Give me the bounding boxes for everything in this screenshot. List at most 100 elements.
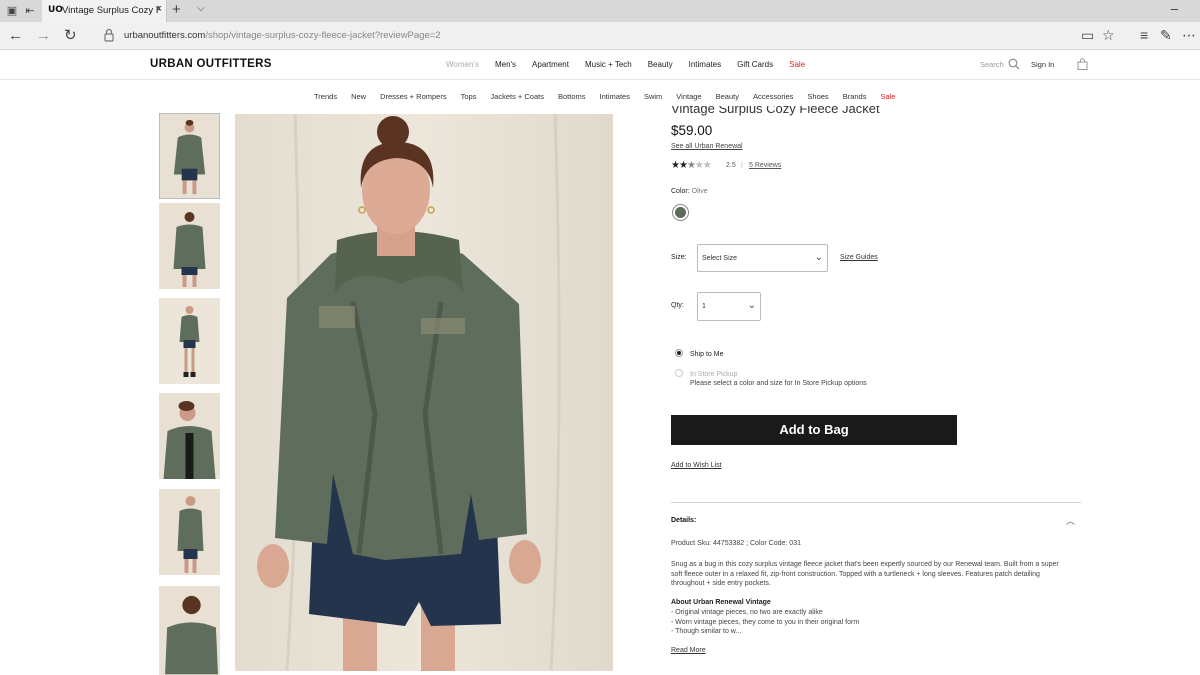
nav-beauty[interactable]: Beauty <box>648 60 673 69</box>
subnav-trends[interactable]: Trends <box>314 92 337 101</box>
model-back-photo <box>159 203 220 289</box>
logo[interactable]: URBAN OUTFITTERS <box>150 58 272 70</box>
color-value: Olive <box>691 188 708 195</box>
chevron-up-icon[interactable]: ︿ <box>1066 514 1075 527</box>
tab-title: Vintage Surplus Cozy Fl <box>62 5 160 16</box>
nav-mens[interactable]: Men's <box>495 60 516 69</box>
product-thumbnail-6[interactable] <box>159 586 220 675</box>
size-select-value: Select Size <box>702 255 738 262</box>
more-icon[interactable]: ⋯ <box>1182 27 1196 44</box>
subnav-sale[interactable]: Sale <box>880 92 895 101</box>
about-bullet: - Worn vintage pieces, they come to you … <box>671 618 860 626</box>
sign-in-link[interactable]: Sign In <box>1031 60 1054 69</box>
subnav-accessories[interactable]: Accessories <box>753 92 793 101</box>
address-bar: ← → ↻ urbanoutfitters.com/shop/vintage-s… <box>0 22 1200 50</box>
product-thumbnail-2[interactable] <box>159 203 220 289</box>
model-full-length-photo <box>159 298 220 384</box>
nav-sale[interactable]: Sale <box>789 60 805 69</box>
nav-music-tech[interactable]: Music + Tech <box>585 60 632 69</box>
see-all-link[interactable]: See all Urban Renewal <box>671 143 743 150</box>
shopping-bag-icon[interactable] <box>1077 58 1088 70</box>
size-guides-link[interactable]: Size Guides <box>840 254 878 261</box>
subnav-beauty[interactable]: Beauty <box>716 92 739 101</box>
nav-apartment[interactable]: Apartment <box>532 60 569 69</box>
read-more-link[interactable]: Read More <box>671 647 706 654</box>
subnav-shoes[interactable]: Shoes <box>807 92 828 101</box>
web-note-icon[interactable]: ✎ <box>1160 27 1172 44</box>
back-icon[interactable]: ← <box>8 27 23 45</box>
url-field[interactable]: urbanoutfitters.com/shop/vintage-surplus… <box>124 30 441 41</box>
new-tab-icon[interactable]: + <box>172 1 181 18</box>
color-swatch-olive[interactable] <box>675 207 686 218</box>
subnav-tops[interactable]: Tops <box>461 92 477 101</box>
ship-to-me-label[interactable]: Ship to Me <box>690 351 723 358</box>
product-sku: Product Sku: 44753382 ; Color Code: 031 <box>671 540 801 547</box>
category-nav: Trends New Dresses + Rompers Tops Jacket… <box>314 92 895 101</box>
site-header: URBAN OUTFITTERS Women's Men's Apartment… <box>0 50 1200 80</box>
chevron-down-icon[interactable]: ⌵ <box>197 3 205 14</box>
color-label-text: Color: <box>671 188 690 195</box>
reviews-link[interactable]: 5 Reviews <box>749 162 781 169</box>
model-front-photo <box>160 114 219 198</box>
url-path: /shop/vintage-surplus-cozy-fleece-jacket… <box>205 30 441 41</box>
model-back-closeup-photo <box>159 586 220 675</box>
top-nav: Women's Men's Apartment Music + Tech Bea… <box>446 60 805 69</box>
product-description: Snug as a bug in this cozy surplus vinta… <box>671 561 1059 587</box>
about-bullet: - Original vintage pieces, no two are ex… <box>671 609 823 616</box>
url-host: urbanoutfitters.com <box>124 30 206 41</box>
lock-icon <box>104 28 114 42</box>
product-price: $59.00 <box>671 123 713 138</box>
subnav-vintage[interactable]: Vintage <box>676 92 701 101</box>
in-store-pickup-label[interactable]: In Store Pickup <box>690 371 737 378</box>
nav-womens[interactable]: Women's <box>446 60 479 69</box>
about-bullet: - Though similar to w... <box>671 628 742 635</box>
qty-label: Qty: <box>671 302 684 309</box>
details-header[interactable]: Details: <box>671 517 696 524</box>
subnav-swim[interactable]: Swim <box>644 92 662 101</box>
minimize-icon[interactable]: – <box>1171 1 1178 16</box>
product-thumbnail-4[interactable] <box>159 393 220 479</box>
subnav-jackets-coats[interactable]: Jackets + Coats <box>490 92 544 101</box>
subnav-brands[interactable]: Brands <box>843 92 867 101</box>
subnav-intimates[interactable]: Intimates <box>600 92 630 101</box>
product-thumbnail-1[interactable] <box>158 112 221 200</box>
browser-tab-bar: ▣ ⇤ UO Vintage Surplus Cozy Fl × + ⌵ – <box>0 0 1200 22</box>
about-header: About Urban Renewal Vintage <box>671 599 771 606</box>
subnav-dresses-rompers[interactable]: Dresses + Rompers <box>380 92 446 101</box>
model-wearing-fleece-jacket-photo <box>235 114 613 671</box>
product-thumbnail-5[interactable] <box>159 489 220 575</box>
search-label[interactable]: Search <box>980 60 1004 69</box>
divider <box>671 502 1081 503</box>
refresh-icon[interactable]: ↻ <box>64 27 77 45</box>
in-store-pickup-radio[interactable] <box>675 369 683 377</box>
subnav-bottoms[interactable]: Bottoms <box>558 92 586 101</box>
tab-preview-icon[interactable]: ▣ <box>4 3 20 19</box>
rating-stars-icon[interactable]: ★★★★★ <box>671 160 712 171</box>
subnav-new[interactable]: New <box>351 92 366 101</box>
tabs-aside-icon[interactable]: ⇤ <box>22 3 38 19</box>
forward-icon[interactable]: → <box>36 27 51 45</box>
chevron-down-icon: ⌄ <box>747 300 756 311</box>
model-closeup-photo <box>159 393 220 479</box>
add-to-wish-list-link[interactable]: Add to Wish List <box>671 462 722 469</box>
reading-view-icon[interactable]: ▭ <box>1081 27 1094 44</box>
nav-gift-cards[interactable]: Gift Cards <box>737 60 773 69</box>
browser-tab-active[interactable]: UO Vintage Surplus Cozy Fl × <box>42 0 167 22</box>
model-side-photo <box>159 489 220 575</box>
nav-intimates[interactable]: Intimates <box>689 60 721 69</box>
product-main-image[interactable] <box>235 114 613 671</box>
search-icon[interactable] <box>1008 58 1020 70</box>
product-thumbnail-3[interactable] <box>159 298 220 384</box>
rating-separator: | <box>741 162 743 169</box>
size-select[interactable]: Select Size ⌄ <box>697 244 828 272</box>
close-icon[interactable]: × <box>156 3 162 15</box>
qty-select[interactable]: 1 ⌄ <box>697 292 761 321</box>
hub-icon[interactable]: ≡ <box>1140 27 1148 43</box>
favicon-icon: UO <box>48 5 63 15</box>
add-to-bag-button[interactable]: Add to Bag <box>671 415 957 445</box>
color-label: Color: Olive <box>671 188 708 195</box>
ship-to-me-radio[interactable] <box>675 349 683 357</box>
product-title: Vintage Surplus Cozy Fleece Jacket <box>671 106 880 116</box>
qty-select-value: 1 <box>702 303 706 310</box>
favorite-star-icon[interactable]: ☆ <box>1102 27 1115 44</box>
